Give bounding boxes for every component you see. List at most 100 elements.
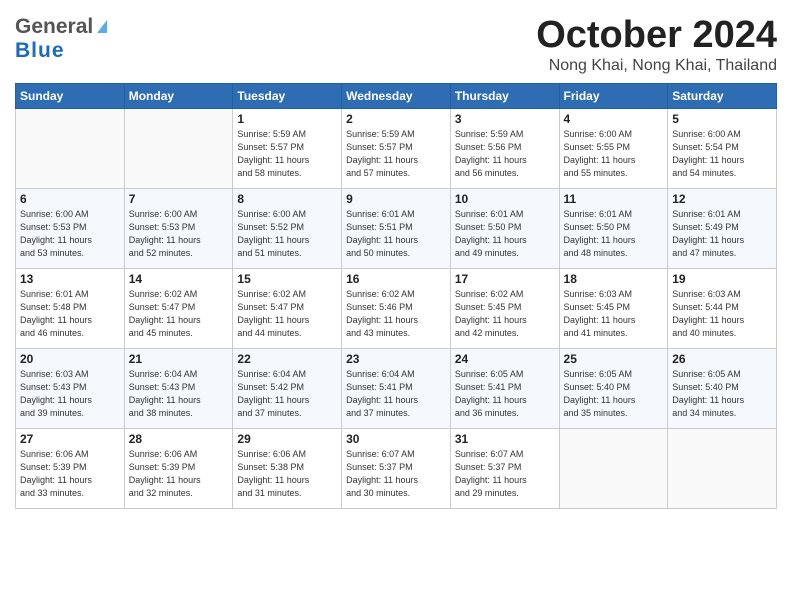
day-info: Sunrise: 5:59 AM Sunset: 5:57 PM Dayligh… — [237, 128, 337, 180]
day-info: Sunrise: 6:06 AM Sunset: 5:38 PM Dayligh… — [237, 448, 337, 500]
day-info: Sunrise: 6:00 AM Sunset: 5:53 PM Dayligh… — [20, 208, 120, 260]
day-info: Sunrise: 6:04 AM Sunset: 5:41 PM Dayligh… — [346, 368, 446, 420]
table-row: 4Sunrise: 6:00 AM Sunset: 5:55 PM Daylig… — [559, 108, 668, 188]
title-area: October 2024 Nong Khai, Nong Khai, Thail… — [536, 15, 777, 75]
day-number: 4 — [564, 112, 664, 126]
day-number: 11 — [564, 192, 664, 206]
day-number: 25 — [564, 352, 664, 366]
table-row: 19 Sunrise: 6:03 AM Sunset: 5:44 PM Dayli… — [668, 268, 777, 348]
day-number: 9 — [346, 192, 446, 206]
table-row: 17Sunrise: 6:02 AM Sunset: 5:45 PM Dayli… — [450, 268, 559, 348]
day-number: 1 — [237, 112, 337, 126]
day-number: 16 — [346, 272, 446, 286]
header-thursday: Thursday — [450, 83, 559, 108]
table-row: 10Sunrise: 6:01 AM Sunset: 5:50 PM Dayli… — [450, 188, 559, 268]
table-row: 30 Sunrise: 6:07 AM Sunset: 5:37 PM Dayli… — [342, 428, 451, 508]
day-number: 19 — [672, 272, 772, 286]
table-row: 23 Sunrise: 6:04 AM Sunset: 5:41 PM Dayli… — [342, 348, 451, 428]
table-row — [16, 108, 125, 188]
table-row: 6 Sunrise: 6:00 AM Sunset: 5:53 PM Daylig… — [16, 188, 125, 268]
day-info: Sunrise: 6:05 AM Sunset: 5:41 PM Dayligh… — [455, 368, 555, 420]
day-info: Sunrise: 6:07 AM Sunset: 5:37 PM Dayligh… — [455, 448, 555, 500]
header-monday: Monday — [124, 83, 233, 108]
day-number: 29 — [237, 432, 337, 446]
day-number: 17 — [455, 272, 555, 286]
day-info: Sunrise: 6:04 AM Sunset: 5:43 PM Dayligh… — [129, 368, 229, 420]
table-row: 27 Sunrise: 6:06 AM Sunset: 5:39 PM Dayli… — [16, 428, 125, 508]
week-row-2: 6 Sunrise: 6:00 AM Sunset: 5:53 PM Daylig… — [16, 188, 777, 268]
table-row: 21 Sunrise: 6:04 AM Sunset: 5:43 PM Dayli… — [124, 348, 233, 428]
table-row: 28Sunrise: 6:06 AM Sunset: 5:39 PM Dayli… — [124, 428, 233, 508]
day-info: Sunrise: 6:03 AM Sunset: 5:43 PM Dayligh… — [20, 368, 120, 420]
calendar: Sunday Monday Tuesday Wednesday Thursday… — [15, 83, 777, 509]
day-info: Sunrise: 6:02 AM Sunset: 5:47 PM Dayligh… — [237, 288, 337, 340]
day-number: 2 — [346, 112, 446, 126]
week-row-3: 13 Sunrise: 6:01 AM Sunset: 5:48 PM Dayli… — [16, 268, 777, 348]
table-row: 1 Sunrise: 5:59 AM Sunset: 5:57 PM Daylig… — [233, 108, 342, 188]
week-row-5: 27 Sunrise: 6:06 AM Sunset: 5:39 PM Dayli… — [16, 428, 777, 508]
day-number: 8 — [237, 192, 337, 206]
day-number: 26 — [672, 352, 772, 366]
table-row: 29 Sunrise: 6:06 AM Sunset: 5:38 PM Dayli… — [233, 428, 342, 508]
week-row-1: 1 Sunrise: 5:59 AM Sunset: 5:57 PM Daylig… — [16, 108, 777, 188]
day-info: Sunrise: 6:01 AM Sunset: 5:49 PM Dayligh… — [672, 208, 772, 260]
table-row: 14 Sunrise: 6:02 AM Sunset: 5:47 PM Dayli… — [124, 268, 233, 348]
day-info: Sunrise: 6:00 AM Sunset: 5:54 PM Dayligh… — [672, 128, 772, 180]
weekday-header-row: Sunday Monday Tuesday Wednesday Thursday… — [16, 83, 777, 108]
table-row — [559, 428, 668, 508]
table-row: 16 Sunrise: 6:02 AM Sunset: 5:46 PM Dayli… — [342, 268, 451, 348]
day-number: 10 — [455, 192, 555, 206]
day-info: Sunrise: 6:03 AM Sunset: 5:44 PM Dayligh… — [672, 288, 772, 340]
table-row: 12 Sunrise: 6:01 AM Sunset: 5:49 PM Dayli… — [668, 188, 777, 268]
day-info: Sunrise: 5:59 AM Sunset: 5:57 PM Dayligh… — [346, 128, 446, 180]
header: General Blue October 2024 Nong Khai, Non… — [15, 15, 777, 75]
month-title: October 2024 — [536, 15, 777, 57]
header-tuesday: Tuesday — [233, 83, 342, 108]
logo: General Blue — [15, 15, 107, 63]
day-info: Sunrise: 6:00 AM Sunset: 5:53 PM Dayligh… — [129, 208, 229, 260]
header-wednesday: Wednesday — [342, 83, 451, 108]
table-row: 25 Sunrise: 6:05 AM Sunset: 5:40 PM Dayli… — [559, 348, 668, 428]
day-info: Sunrise: 6:01 AM Sunset: 5:50 PM Dayligh… — [564, 208, 664, 260]
day-info: Sunrise: 6:01 AM Sunset: 5:51 PM Dayligh… — [346, 208, 446, 260]
day-number: 13 — [20, 272, 120, 286]
header-sunday: Sunday — [16, 83, 125, 108]
table-row — [124, 108, 233, 188]
day-number: 28 — [129, 432, 229, 446]
day-info: Sunrise: 6:02 AM Sunset: 5:46 PM Dayligh… — [346, 288, 446, 340]
day-number: 20 — [20, 352, 120, 366]
table-row: 8Sunrise: 6:00 AM Sunset: 5:52 PM Daylig… — [233, 188, 342, 268]
table-row: 18Sunrise: 6:03 AM Sunset: 5:45 PM Dayli… — [559, 268, 668, 348]
table-row: 15 Sunrise: 6:02 AM Sunset: 5:47 PM Dayli… — [233, 268, 342, 348]
day-info: Sunrise: 6:05 AM Sunset: 5:40 PM Dayligh… — [672, 368, 772, 420]
day-number: 14 — [129, 272, 229, 286]
day-number: 12 — [672, 192, 772, 206]
day-number: 5 — [672, 112, 772, 126]
day-number: 15 — [237, 272, 337, 286]
table-row: 13 Sunrise: 6:01 AM Sunset: 5:48 PM Dayli… — [16, 268, 125, 348]
day-number: 7 — [129, 192, 229, 206]
day-info: Sunrise: 6:02 AM Sunset: 5:47 PM Dayligh… — [129, 288, 229, 340]
location-title: Nong Khai, Nong Khai, Thailand — [536, 57, 777, 75]
day-number: 21 — [129, 352, 229, 366]
header-friday: Friday — [559, 83, 668, 108]
day-number: 23 — [346, 352, 446, 366]
day-info: Sunrise: 6:05 AM Sunset: 5:40 PM Dayligh… — [564, 368, 664, 420]
day-info: Sunrise: 6:01 AM Sunset: 5:48 PM Dayligh… — [20, 288, 120, 340]
table-row: 24 Sunrise: 6:05 AM Sunset: 5:41 PM Dayli… — [450, 348, 559, 428]
day-info: Sunrise: 6:07 AM Sunset: 5:37 PM Dayligh… — [346, 448, 446, 500]
day-info: Sunrise: 6:06 AM Sunset: 5:39 PM Dayligh… — [20, 448, 120, 500]
day-number: 22 — [237, 352, 337, 366]
table-row: 31Sunrise: 6:07 AM Sunset: 5:37 PM Dayli… — [450, 428, 559, 508]
day-number: 24 — [455, 352, 555, 366]
day-number: 6 — [20, 192, 120, 206]
day-info: Sunrise: 6:03 AM Sunset: 5:45 PM Dayligh… — [564, 288, 664, 340]
table-row: 9 Sunrise: 6:01 AM Sunset: 5:51 PM Daylig… — [342, 188, 451, 268]
day-info: Sunrise: 5:59 AM Sunset: 5:56 PM Dayligh… — [455, 128, 555, 180]
table-row: 20 Sunrise: 6:03 AM Sunset: 5:43 PM Dayli… — [16, 348, 125, 428]
day-number: 30 — [346, 432, 446, 446]
page: General Blue October 2024 Nong Khai, Non… — [0, 0, 792, 612]
logo-triangle-icon — [97, 20, 107, 33]
day-number: 27 — [20, 432, 120, 446]
table-row: 7 Sunrise: 6:00 AM Sunset: 5:53 PM Daylig… — [124, 188, 233, 268]
